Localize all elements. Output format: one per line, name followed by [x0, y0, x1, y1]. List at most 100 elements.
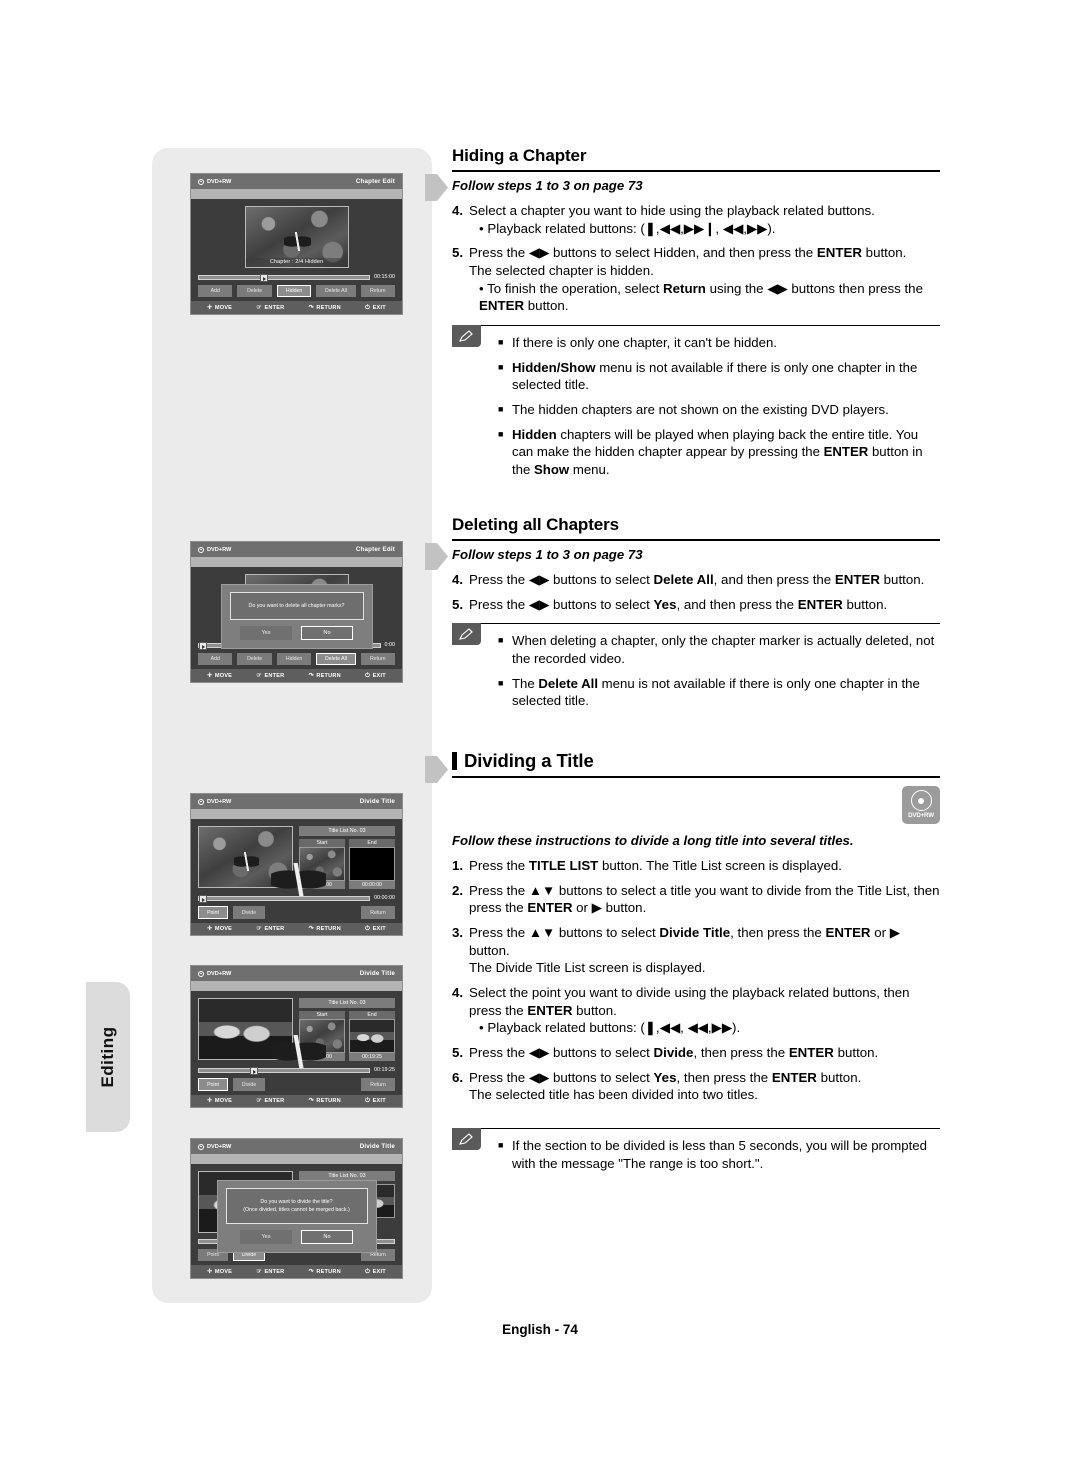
step-item: 1. Press the TITLE LIST button. The Titl… [452, 857, 940, 875]
footer-enter: ☞ ENTER [256, 1097, 285, 1104]
section-dividing-a-title: Dividing a Title DVD+RW Follow these ins… [425, 750, 940, 1172]
footer-move: ✛ MOVE [207, 1097, 233, 1104]
osd-button-point[interactable]: Point [198, 1078, 228, 1091]
dialog-message-line1: Do you want to divide the title? [260, 1199, 333, 1205]
butterfly-image [300, 1020, 344, 1052]
osd-button-delete[interactable]: Delete [237, 285, 272, 298]
start-end-row: Start 00:00:00 End 00:19:25 [299, 1011, 395, 1062]
osd-button-divide[interactable]: Divide [233, 906, 265, 919]
illustration-panel [152, 148, 432, 1303]
osd-button-hidden[interactable]: Hidden [276, 285, 312, 298]
dialog-button-no[interactable]: No [301, 1230, 353, 1245]
osd-button-add[interactable]: Add [198, 285, 233, 298]
note-text: When deleting a chapter, only the chapte… [512, 633, 935, 666]
dialog-button-no[interactable]: No [301, 626, 353, 641]
confirm-dialog-divide: Do you want to divide the title? (Once d… [216, 1180, 377, 1254]
step-item: 4. Select the point you want to divide u… [452, 984, 940, 1037]
step-text: Press the ▲▼ buttons to select Divide Ti… [469, 924, 940, 977]
osd-button-divide[interactable]: Divide [233, 1078, 265, 1091]
dialog-button-yes[interactable]: Yes [240, 1230, 292, 1245]
step-subnote: • Playback related buttons: (❚,◀◀, ◀◀,▶▶… [479, 1020, 741, 1036]
step-number: 2. [452, 882, 464, 898]
step-number: 5. [452, 245, 464, 261]
osd-button-point[interactable]: Point [198, 906, 228, 919]
start-column: Start 00:00:00 [299, 1011, 345, 1062]
disc-icon [198, 1143, 204, 1150]
disc-hub [918, 797, 924, 804]
exit-icon: ⏻ [365, 1268, 371, 1275]
progress-bar[interactable] [198, 895, 371, 904]
section-deleting-all-chapters: Deleting all Chapters Follow steps 1 to … [425, 515, 940, 710]
progress-knob[interactable] [250, 1067, 258, 1076]
osd-button-return[interactable]: Return [361, 1078, 395, 1091]
osd-chapter-edit-hidden: DVD+RW Chapter Edit Chapter : 2/4 Hidden… [190, 173, 403, 315]
progress-bar[interactable] [198, 1067, 371, 1076]
footer-enter: ☞ ENTER [256, 304, 285, 311]
osd-button-add[interactable]: Add [198, 653, 233, 666]
osd-screen-name: Divide Title [359, 1143, 395, 1150]
step-number: 5. [452, 596, 464, 612]
enter-icon: ☞ [256, 1097, 262, 1104]
end-label: End [349, 839, 395, 847]
osd-button-return[interactable]: Return [360, 653, 395, 666]
step-text: Press the TITLE LIST button. The Title L… [469, 857, 842, 873]
bullet-icon: ■ [498, 677, 504, 688]
playback-progress-row: 00:15:00 [198, 274, 395, 282]
footer-return: ↷ RETURN [308, 672, 341, 679]
note-text: If there is only one chapter, it can't b… [512, 335, 777, 351]
osd-button-delete-all[interactable]: Delete All [316, 653, 356, 666]
playback-time: 00:15:00 [374, 274, 395, 280]
osd-button-return[interactable]: Return [360, 285, 395, 298]
step-number: 3. [452, 924, 464, 940]
osd-body: Title List No. 03 Start 00:00:00 End 00:… [191, 819, 402, 923]
disc-icon [910, 790, 932, 812]
dialog-message: Do you want to delete all chapter marks? [229, 592, 364, 621]
note-text: Hidden/Show menu is not available if the… [512, 359, 918, 393]
osd-divide-title-point: DVD+RW Divide Title Title List No. 03 St… [190, 965, 403, 1109]
osd-body: Title List No. 03 Point Divide Return Do… [191, 1164, 402, 1266]
note-item: ■ When deleting a chapter, only the chap… [498, 632, 940, 667]
progress-bar[interactable] [198, 274, 371, 282]
return-icon: ↷ [308, 1268, 314, 1275]
note-pencil-icon [452, 325, 481, 348]
otters-image [350, 1020, 394, 1052]
content-column: Hiding a Chapter Follow steps 1 to 3 on … [425, 146, 940, 1179]
step-number: 5. [452, 1044, 464, 1060]
step-number: 1. [452, 857, 464, 873]
osd-footer-bar: ✛ MOVE ☞ ENTER ↷ RETURN ⏻ EXIT [191, 1094, 402, 1108]
osd-disc-label: DVD+RW [207, 970, 232, 977]
step-number: 6. [452, 1069, 464, 1085]
bullet-icon: ■ [498, 635, 504, 646]
playback-progress-row: 00:19:25 [198, 1067, 395, 1076]
disc-icon [198, 178, 204, 185]
step-text: Press the ▲▼ buttons to select a title y… [469, 882, 940, 916]
osd-disc-label: DVD+RW [207, 178, 232, 185]
footer-exit: ⏻ EXIT [365, 304, 386, 311]
chevron-right-icon [425, 541, 449, 572]
end-label: End [349, 1011, 395, 1019]
progress-knob[interactable] [199, 642, 207, 650]
osd-button-delete[interactable]: Delete [237, 653, 272, 666]
step-item: 5. Press the ◀▶ buttons to select Hidden… [452, 244, 940, 315]
end-column: End 00:00:00 [349, 839, 395, 890]
enter-icon: ☞ [256, 925, 262, 932]
osd-button-hidden[interactable]: Hidden [276, 653, 312, 666]
progress-knob[interactable] [260, 274, 269, 282]
note-text: The hidden chapters are not shown on the… [512, 402, 889, 418]
exit-icon: ⏻ [365, 672, 371, 679]
footer-enter: ☞ ENTER [256, 672, 285, 679]
video-thumbnail: Chapter : 2/4 Hidden [244, 206, 349, 268]
step-text: Press the ◀▶ buttons to select Yes, and … [469, 596, 888, 612]
osd-title-bar: DVD+RW Divide Title [191, 966, 402, 981]
step-text: Press the ◀▶ buttons to select Delete Al… [469, 571, 925, 587]
bullet-icon: ■ [498, 337, 504, 348]
return-icon: ↷ [308, 1097, 314, 1104]
osd-footer-bar: ✛ MOVE ☞ ENTER ↷ RETURN ⏻ EXIT [191, 1265, 402, 1278]
section-heading: Dividing a Title [452, 750, 940, 778]
osd-button-delete-all[interactable]: Delete All [316, 285, 356, 298]
progress-knob[interactable] [199, 895, 207, 904]
note-item: ■ Hidden chapters will be played when pl… [498, 426, 940, 479]
dialog-button-yes[interactable]: Yes [240, 626, 292, 641]
osd-button-return[interactable]: Return [361, 906, 395, 919]
playback-progress-row: 00:00:00 [198, 895, 395, 904]
